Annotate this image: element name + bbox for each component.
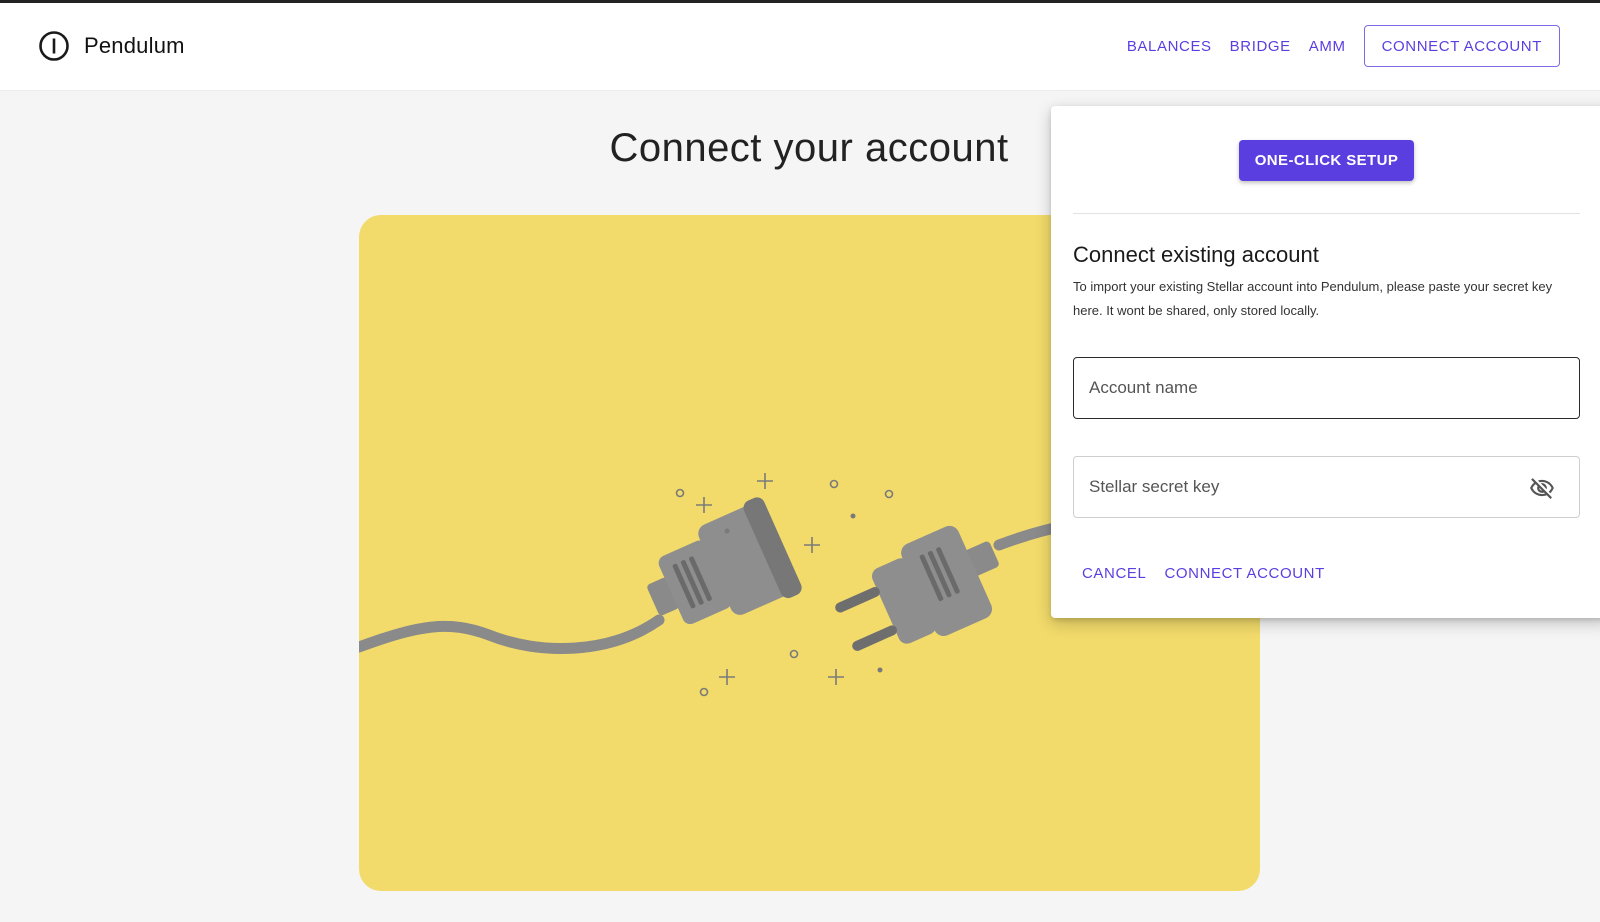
account-name-field [1073,357,1580,419]
nav-balances-link[interactable]: BALANCES [1118,28,1221,65]
connect-account-popover: ONE-CLICK SETUP Connect existing account… [1051,106,1600,618]
brand[interactable]: Pendulum [38,30,185,62]
nav-connect-account-button[interactable]: CONNECT ACCOUNT [1363,25,1560,67]
secret-key-field [1073,456,1580,518]
nav-amm-link[interactable]: AMM [1300,28,1355,65]
eye-off-icon[interactable] [1529,475,1555,501]
popover-actions: CANCEL CONNECT ACCOUNT [1073,555,1334,592]
top-navbar: Pendulum BALANCES BRIDGE AMM CONNECT ACC… [0,3,1600,91]
cancel-button[interactable]: CANCEL [1073,555,1155,592]
account-name-input[interactable] [1074,358,1579,418]
brand-name: Pendulum [84,33,185,58]
app-page: Pendulum BALANCES BRIDGE AMM CONNECT ACC… [0,0,1600,922]
pendulum-logo-icon [39,31,69,61]
connect-existing-description: To import your existing Stellar account … [1073,279,1553,318]
one-click-setup-button[interactable]: ONE-CLICK SETUP [1239,140,1414,181]
connect-account-button[interactable]: CONNECT ACCOUNT [1155,555,1333,592]
main-nav: BALANCES BRIDGE AMM CONNECT ACCOUNT [1118,25,1560,67]
connect-existing-title: Connect existing account [1073,242,1319,267]
nav-bridge-link[interactable]: BRIDGE [1221,28,1300,65]
secret-key-input[interactable] [1074,457,1579,517]
popover-divider [1073,213,1580,214]
